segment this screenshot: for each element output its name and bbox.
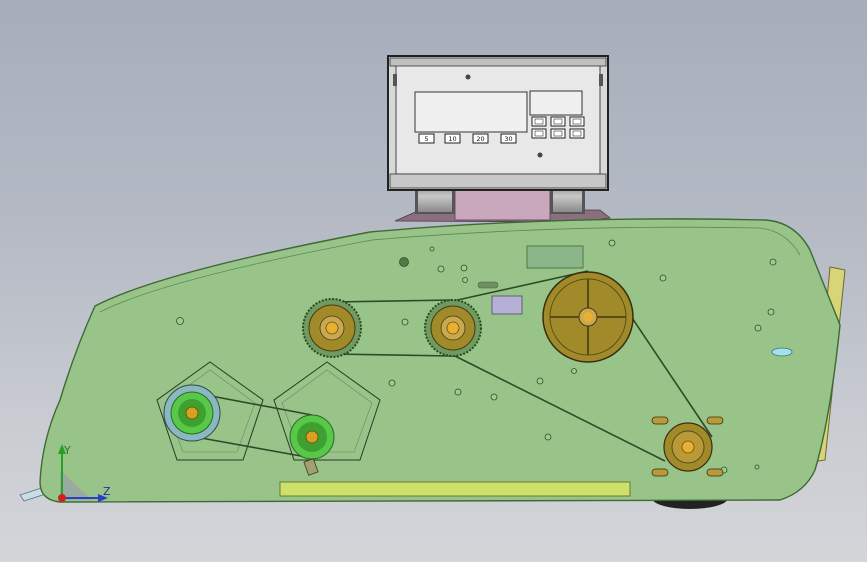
axis-z-label: Z bbox=[103, 485, 111, 498]
grid-button-5[interactable] bbox=[550, 128, 566, 139]
button-10-label: 10 bbox=[448, 135, 456, 143]
green-pulley-left bbox=[163, 384, 221, 442]
grid-button-4[interactable] bbox=[531, 128, 547, 139]
grid-button-2[interactable] bbox=[550, 116, 566, 127]
main-body-shell bbox=[39, 218, 841, 503]
sensor-block bbox=[491, 295, 523, 315]
button-20-label: 20 bbox=[476, 135, 484, 143]
base-strip bbox=[279, 481, 631, 497]
button-30-label: 30 bbox=[504, 135, 512, 143]
slot-right bbox=[771, 347, 793, 357]
cad-viewport[interactable]: 5 10 20 30 Y Z bbox=[0, 0, 867, 562]
tape-dispenser-assembly: 5 10 20 30 Y Z bbox=[19, 55, 846, 509]
timing-gear-2 bbox=[424, 299, 482, 357]
grid-button-6[interactable] bbox=[569, 128, 585, 139]
grid-button-3[interactable] bbox=[569, 116, 585, 127]
axis-y-label: Y bbox=[63, 444, 71, 457]
green-pulley-right bbox=[289, 414, 335, 460]
grid-button-1[interactable] bbox=[531, 116, 547, 127]
timing-gear-1 bbox=[302, 298, 362, 358]
button-5-label: 5 bbox=[424, 135, 428, 143]
top-bracket bbox=[526, 245, 584, 269]
large-drive-wheel bbox=[542, 271, 634, 363]
idler-pulley bbox=[663, 422, 713, 472]
